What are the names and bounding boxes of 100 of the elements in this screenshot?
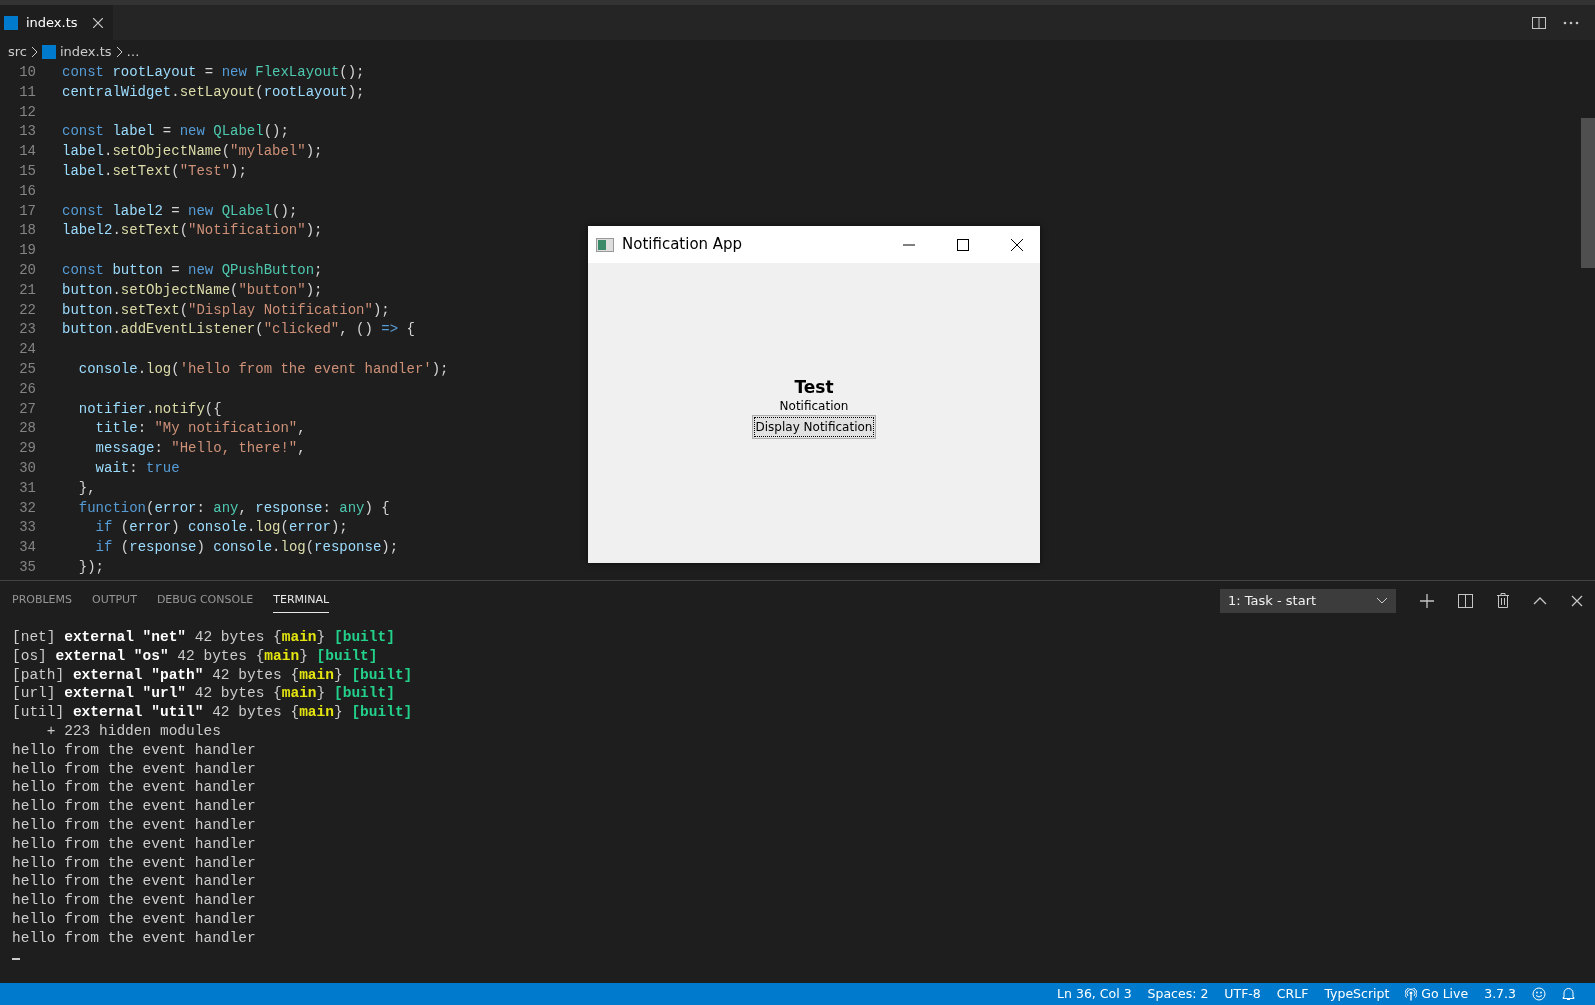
line-number: 16 xyxy=(18,181,36,201)
panel-tab[interactable]: TERMINAL xyxy=(273,587,330,614)
terminal-cursor xyxy=(12,957,20,960)
terminal-line: hello from the event handler xyxy=(12,854,256,871)
terminal-line: [url] external "url" 42 bytes {main} [built] xyxy=(12,685,395,702)
code-line: label.setObjectName("mylabel"); xyxy=(62,142,323,162)
code-line: }); xyxy=(77,557,104,577)
line-number: 24 xyxy=(18,340,36,360)
terminal-line: hello from the event handler xyxy=(12,798,256,815)
terminal-line: [path] external "path" 42 bytes {main} [built] xyxy=(12,666,413,683)
code-line: centralWidget.setLayout(rootLayout); xyxy=(62,82,365,102)
status-item[interactable]: UTF-8 xyxy=(1216,984,1269,1004)
app-icon xyxy=(596,237,614,252)
code-line: button.setText("Display Notification"); xyxy=(62,300,390,320)
code-line: console.log('hello from the event handler'); xyxy=(77,359,449,379)
status-item[interactable]: 3.7.3 xyxy=(1476,984,1524,1004)
line-number: 12 xyxy=(18,102,36,122)
close-icon[interactable] xyxy=(1010,237,1024,252)
line-number: 22 xyxy=(18,300,36,320)
panel-tab[interactable]: PROBLEMS xyxy=(12,587,73,614)
code-line: notifier.notify({ xyxy=(77,399,222,419)
code-line: }, xyxy=(77,478,96,498)
maximize-icon[interactable] xyxy=(956,237,970,252)
line-number: 23 xyxy=(18,320,36,340)
code-line: function(error: any, response: any) { xyxy=(77,498,390,518)
line-number: 31 xyxy=(18,478,36,498)
line-number: 17 xyxy=(18,201,36,221)
status-item[interactable]: Spaces: 2 xyxy=(1139,984,1217,1004)
breadcrumb-item[interactable]: index.ts xyxy=(60,41,112,62)
code-line: title: "My notification", xyxy=(94,419,306,439)
code-line: const rootLayout = new FlexLayout(); xyxy=(62,63,365,82)
line-number: 26 xyxy=(18,379,36,399)
panel-tab[interactable]: OUTPUT xyxy=(92,587,137,614)
panel-tab[interactable]: DEBUG CONSOLE xyxy=(156,587,254,614)
trash-icon[interactable] xyxy=(1497,593,1509,608)
add-icon[interactable] xyxy=(1420,593,1434,608)
terminal-line: hello from the event handler xyxy=(12,741,256,758)
code-line: if (response) console.log(response); xyxy=(94,538,399,558)
terminal-line: hello from the event handler xyxy=(12,910,256,927)
split-terminal-icon[interactable] xyxy=(1458,593,1473,608)
chevron-right-icon xyxy=(31,45,38,58)
code-line: const button = new QPushButton; xyxy=(62,260,323,280)
more-actions-icon[interactable] xyxy=(1563,20,1579,25)
line-number: 14 xyxy=(18,142,36,162)
line-number: 35 xyxy=(18,557,36,577)
chevron-right-icon xyxy=(115,45,123,58)
line-number: 19 xyxy=(18,241,36,261)
typescript-file-icon xyxy=(42,44,56,59)
line-number: 30 xyxy=(18,458,36,478)
chevron-up-icon[interactable] xyxy=(1533,596,1547,605)
line-number: 32 xyxy=(18,498,36,518)
code-line: message: "Hello, there!", xyxy=(94,439,306,459)
label-text: Notification xyxy=(779,398,849,415)
code-line: label2.setText("Notification"); xyxy=(62,221,323,241)
line-number: 34 xyxy=(18,538,36,558)
code-line: button.setObjectName("button"); xyxy=(62,280,323,300)
terminal-line: [util] external "util" 42 bytes {main} [built] xyxy=(12,704,413,721)
chevron-down-icon xyxy=(1376,596,1388,605)
scrollbar-thumb[interactable] xyxy=(1581,118,1595,268)
terminal-line: hello from the event handler xyxy=(12,892,256,909)
display-notification-button[interactable]: Display Notification xyxy=(751,415,877,439)
typescript-file-icon xyxy=(4,15,18,30)
line-number: 18 xyxy=(18,221,36,241)
go-live-status-item[interactable]: Go Live xyxy=(1421,984,1469,1004)
window-title: Notification App xyxy=(622,234,744,256)
code-line: if (error) console.log(error); xyxy=(94,518,348,538)
code-line: label.setText("Test"); xyxy=(62,162,247,181)
line-number: 28 xyxy=(18,419,36,439)
split-editor-icon[interactable] xyxy=(1531,14,1547,31)
line-number: 25 xyxy=(18,359,36,379)
breadcrumb-item[interactable]: src xyxy=(8,41,27,62)
line-number: 27 xyxy=(18,399,36,419)
broadcast-icon xyxy=(1405,987,1418,1001)
code-line: const label = new QLabel(); xyxy=(62,122,289,142)
code-line: const label2 = new QLabel(); xyxy=(62,201,298,221)
breadcrumb-item[interactable]: … xyxy=(126,41,140,62)
status-item[interactable]: TypeScript xyxy=(1316,984,1398,1004)
line-number: 21 xyxy=(18,280,36,300)
label-text: Test xyxy=(794,377,834,397)
status-item[interactable]: CRLF xyxy=(1268,984,1317,1004)
line-number: 11 xyxy=(18,82,36,102)
code-line: button.addEventListener("clicked", () => { xyxy=(62,320,415,340)
status-item[interactable]: Ln 36, Col 3 xyxy=(1049,984,1140,1004)
terminal-line: hello from the event handler xyxy=(12,929,256,946)
code-line: wait: true xyxy=(94,458,180,478)
terminal-line: [os] external "os" 42 bytes {main} [built] xyxy=(12,647,378,664)
line-number: 33 xyxy=(18,518,36,538)
terminal-line: hello from the event handler xyxy=(12,779,256,796)
terminal-line: [net] external "net" 42 bytes {main} [built] xyxy=(12,629,395,645)
terminal-line: hello from the event handler xyxy=(12,760,256,777)
terminal-line: hello from the event handler xyxy=(12,873,256,890)
editor-tab[interactable]: index.ts xyxy=(0,5,113,40)
line-number: 15 xyxy=(18,162,36,181)
line-number: 13 xyxy=(18,122,36,142)
terminal-line: hello from the event handler xyxy=(12,816,256,833)
line-number: 20 xyxy=(18,260,36,280)
terminal-line: hello from the event handler xyxy=(12,835,256,852)
line-number: 29 xyxy=(18,439,36,459)
terminal-select[interactable]: 1: Task - start xyxy=(1220,588,1396,613)
line-number: 10 xyxy=(18,63,36,82)
